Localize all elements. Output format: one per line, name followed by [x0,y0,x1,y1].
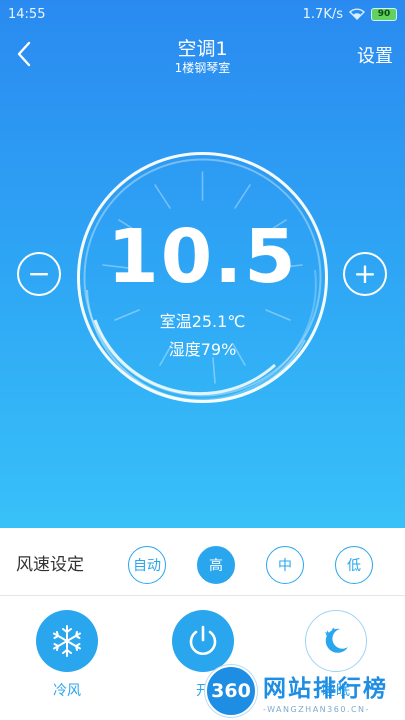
fan-speed-row: 风速设定 自动 高 中 低 [0,528,405,596]
battery-icon: 90 [371,7,397,21]
minus-icon: − [27,257,51,290]
wifi-icon [349,8,365,20]
power-icon [189,625,217,655]
status-time: 14:55 [8,6,46,22]
status-indicators: 1.7K/s 90 [303,7,397,22]
cool-mode-label: 冷风 [53,683,81,699]
site-watermark: 360 网站排行榜 -WANGZHAN360.CN- [205,662,405,720]
setpoint-temperature: 10.5 [107,214,298,300]
status-bar: 14:55 1.7K/s 90 [0,0,405,28]
decrease-temp-button[interactable]: − [17,252,61,296]
fan-speed-label: 风速设定 [16,555,84,575]
fan-speed-high[interactable]: 高 [197,546,235,584]
temperature-dial: 10.5 室温25.1℃ 湿度79% [75,150,330,405]
network-speed: 1.7K/s [302,6,343,22]
snowflake-icon [53,625,81,657]
thermostat-panel: 14:55 1.7K/s 90 空调1 1楼钢琴室 设置 10.5 室温25.1… [0,0,405,528]
watermark-text: 网站排行榜 -WANGZHAN360.CN- [263,669,388,714]
header: 空调1 1楼钢琴室 设置 [0,28,405,80]
moon-stars-icon: ★ ★ [324,627,348,653]
watermark-subtitle: -WANGZHAN360.CN- [263,704,370,714]
page-title: 空调1 [177,38,228,60]
watermark-title: 网站排行榜 [263,675,388,702]
fan-speed-auto[interactable]: 自动 [128,546,166,584]
fan-speed-medium[interactable]: 中 [266,546,304,584]
humidity-reading: 湿度79% [168,340,237,359]
settings-button[interactable]: 设置 [357,42,393,68]
increase-temp-button[interactable]: + [343,252,387,296]
fan-speed-low[interactable]: 低 [335,546,373,584]
plus-icon: + [353,257,377,290]
page-subtitle: 1楼钢琴室 [174,61,231,75]
room-temperature: 室温25.1℃ [159,312,246,331]
watermark-logo: 360 [205,665,257,717]
cool-mode-button[interactable] [36,610,98,672]
svg-text:★: ★ [331,627,336,633]
